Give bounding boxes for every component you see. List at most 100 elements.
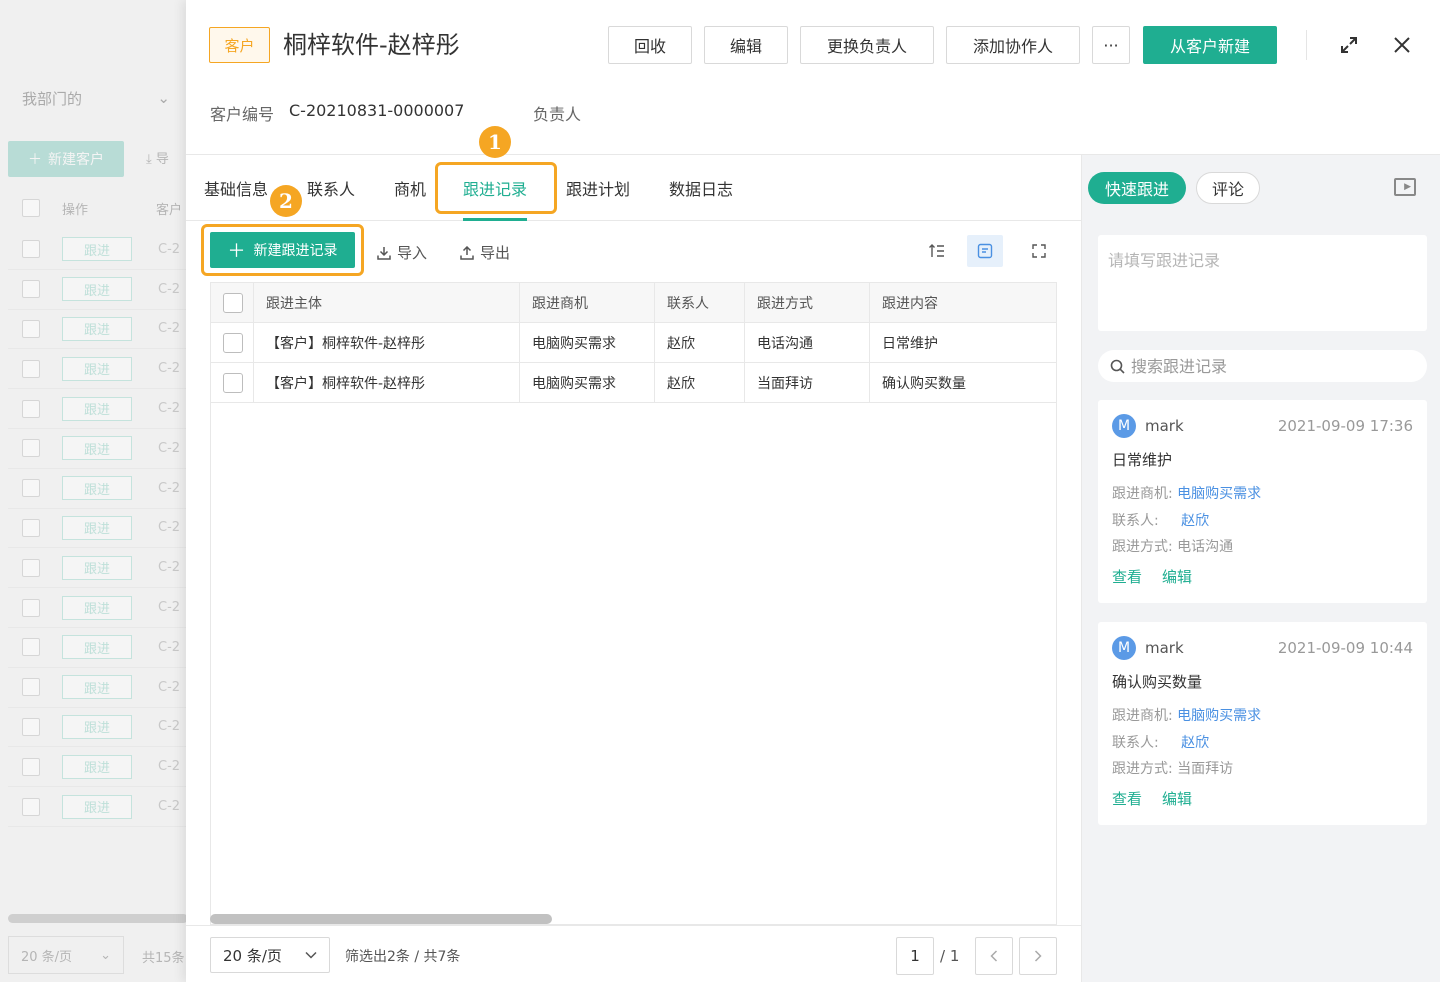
add-collaborator-button[interactable]: 添加协作人 [946, 26, 1080, 64]
follow-up-tag-button[interactable]: 跟进 [62, 476, 132, 501]
new-follow-up-record-button[interactable]: ＋ 新建跟进记录 [210, 232, 355, 268]
background-table-row[interactable]: 跟进 C-2 [8, 628, 188, 668]
follow-up-tag-button[interactable]: 跟进 [62, 794, 132, 819]
background-table-row[interactable]: 跟进 C-2 [8, 787, 188, 827]
table-row[interactable]: 【客户】桐梓软件-赵梓彤 电脑购买需求 赵欣 电话沟通 日常维护 [211, 323, 1056, 363]
row-checkbox[interactable] [22, 558, 40, 577]
change-owner-button[interactable]: 更换负责人 [800, 26, 934, 64]
edit-button[interactable]: 编辑 [704, 26, 788, 64]
row-checkbox[interactable] [22, 797, 40, 816]
page-number-input[interactable]: 1 [896, 937, 934, 975]
fullscreen-icon[interactable] [1021, 235, 1057, 267]
row-checkbox[interactable] [22, 359, 40, 378]
card-contact-link[interactable]: 赵欣 [1181, 735, 1209, 751]
table-row[interactable]: 【客户】桐梓软件-赵梓彤 电脑购买需求 赵欣 当面拜访 确认购买数量 [211, 363, 1056, 403]
card-edit-link[interactable]: 编辑 [1162, 788, 1192, 809]
follow-up-tag-button[interactable]: 跟进 [62, 436, 132, 461]
col-follow-subject[interactable]: 跟进主体 [254, 283, 520, 322]
follow-up-tag-button[interactable]: 跟进 [62, 316, 132, 341]
row-checkbox[interactable] [223, 372, 243, 393]
sort-icon[interactable] [919, 235, 955, 267]
tab-follow-up-plans[interactable]: 跟进计划 [566, 176, 630, 200]
row-checkbox[interactable] [22, 439, 40, 458]
row-checkbox[interactable] [22, 319, 40, 338]
select-all-checkbox[interactable] [223, 292, 243, 313]
background-table-row[interactable]: 跟进 C-2 [8, 469, 188, 509]
search-input[interactable] [1131, 356, 1411, 376]
row-checkbox[interactable] [223, 332, 243, 353]
next-page-button[interactable] [1019, 937, 1057, 975]
col-follow-opportunity[interactable]: 跟进商机 [520, 283, 655, 322]
follow-up-tag-button[interactable]: 跟进 [62, 356, 132, 381]
background-table-row[interactable]: 跟进 C-2 [8, 668, 188, 708]
follow-up-tag-button[interactable]: 跟进 [62, 754, 132, 779]
search-follow-up[interactable] [1098, 350, 1427, 382]
tab-opportunities[interactable]: 商机 [394, 176, 426, 200]
row-checkbox[interactable] [22, 717, 40, 736]
new-from-customer-button[interactable]: 从客户新建 [1143, 26, 1277, 64]
follow-up-tag-button[interactable]: 跟进 [62, 277, 132, 302]
dept-filter-select[interactable]: 我部门的 ⌄ [8, 80, 184, 116]
background-table-row[interactable]: 跟进 C-2 [8, 429, 188, 469]
card-view-link[interactable]: 查看 [1112, 788, 1142, 809]
col-follow-content[interactable]: 跟进内容 [870, 283, 1056, 322]
card-view-link[interactable]: 查看 [1112, 566, 1142, 587]
import-button[interactable]: 导入 [377, 242, 427, 263]
follow-up-tag-button[interactable]: 跟进 [62, 635, 132, 660]
row-checkbox[interactable] [22, 638, 40, 657]
follow-up-tag-button[interactable]: 跟进 [62, 714, 132, 739]
follow-up-tag-button[interactable]: 跟进 [62, 396, 132, 421]
card-opportunity-link[interactable]: 电脑购买需求 [1177, 708, 1261, 724]
follow-up-tag-button[interactable]: 跟进 [62, 595, 132, 620]
col-contact[interactable]: 联系人 [655, 283, 745, 322]
background-table-row[interactable]: 跟进 C-2 [8, 588, 188, 628]
row-checkbox[interactable] [22, 678, 40, 697]
background-page-size-select[interactable]: 20 条/页 ⌄ [8, 936, 124, 974]
row-checkbox[interactable] [22, 479, 40, 498]
prev-page-button[interactable] [975, 937, 1013, 975]
col-follow-method[interactable]: 跟进方式 [745, 283, 870, 322]
background-table-row[interactable]: 跟进 C-2 [8, 310, 188, 350]
tab-data-log[interactable]: 数据日志 [669, 176, 733, 200]
row-checkbox[interactable] [22, 399, 40, 418]
background-table-row[interactable]: 跟进 C-2 [8, 548, 188, 589]
background-scrollbar[interactable] [8, 914, 188, 923]
background-table-row[interactable]: 跟进 C-2 [8, 230, 188, 270]
card-edit-link[interactable]: 编辑 [1162, 566, 1192, 587]
cell-subject[interactable]: 【客户】桐梓软件-赵梓彤 [254, 323, 520, 362]
tab-basic-info[interactable]: 基础信息 [204, 176, 268, 200]
card-opportunity-link[interactable]: 电脑购买需求 [1177, 486, 1261, 502]
page-size-select[interactable]: 20 条/页 [210, 937, 330, 973]
comment-tab[interactable]: 评论 [1196, 172, 1260, 204]
export-button[interactable]: 导出 [460, 242, 510, 263]
recycle-button[interactable]: 回收 [608, 26, 692, 64]
collapse-sidebar-icon[interactable]: ▶ [1394, 178, 1416, 196]
background-table-row[interactable]: 跟进 C-2 [8, 349, 188, 390]
follow-up-textarea[interactable] [1098, 235, 1427, 331]
background-table-row[interactable]: 跟进 C-2 [8, 270, 188, 310]
row-checkbox[interactable] [22, 757, 40, 776]
tab-contacts[interactable]: 联系人 [307, 176, 355, 200]
cell-subject[interactable]: 【客户】桐梓软件-赵梓彤 [254, 363, 520, 402]
row-checkbox[interactable] [22, 598, 40, 617]
row-checkbox[interactable] [22, 240, 40, 259]
new-customer-button[interactable]: ＋ 新建客户 [8, 141, 124, 177]
follow-up-tag-button[interactable]: 跟进 [62, 555, 132, 580]
follow-up-tag-button[interactable]: 跟进 [62, 675, 132, 700]
background-table-row[interactable]: 跟进 C-2 [8, 747, 188, 788]
background-table-row[interactable]: 跟进 C-2 [8, 708, 188, 748]
row-checkbox[interactable] [22, 280, 40, 299]
card-view-icon[interactable] [967, 235, 1003, 267]
background-table-row[interactable]: 跟进 C-2 [8, 509, 188, 549]
expand-icon[interactable] [1334, 30, 1364, 60]
table-horizontal-scrollbar[interactable] [210, 914, 552, 924]
follow-up-tag-button[interactable]: 跟进 [62, 515, 132, 540]
card-contact-link[interactable]: 赵欣 [1181, 513, 1209, 529]
select-all-checkbox[interactable] [22, 199, 40, 217]
more-button[interactable]: ··· [1092, 26, 1130, 64]
import-customer-link[interactable]: ⤓ 导 [146, 148, 169, 167]
quick-follow-tab[interactable]: 快速跟进 [1088, 172, 1186, 204]
background-table-row[interactable]: 跟进 C-2 [8, 389, 188, 429]
row-checkbox[interactable] [22, 518, 40, 537]
follow-up-tag-button[interactable]: 跟进 [62, 237, 132, 262]
